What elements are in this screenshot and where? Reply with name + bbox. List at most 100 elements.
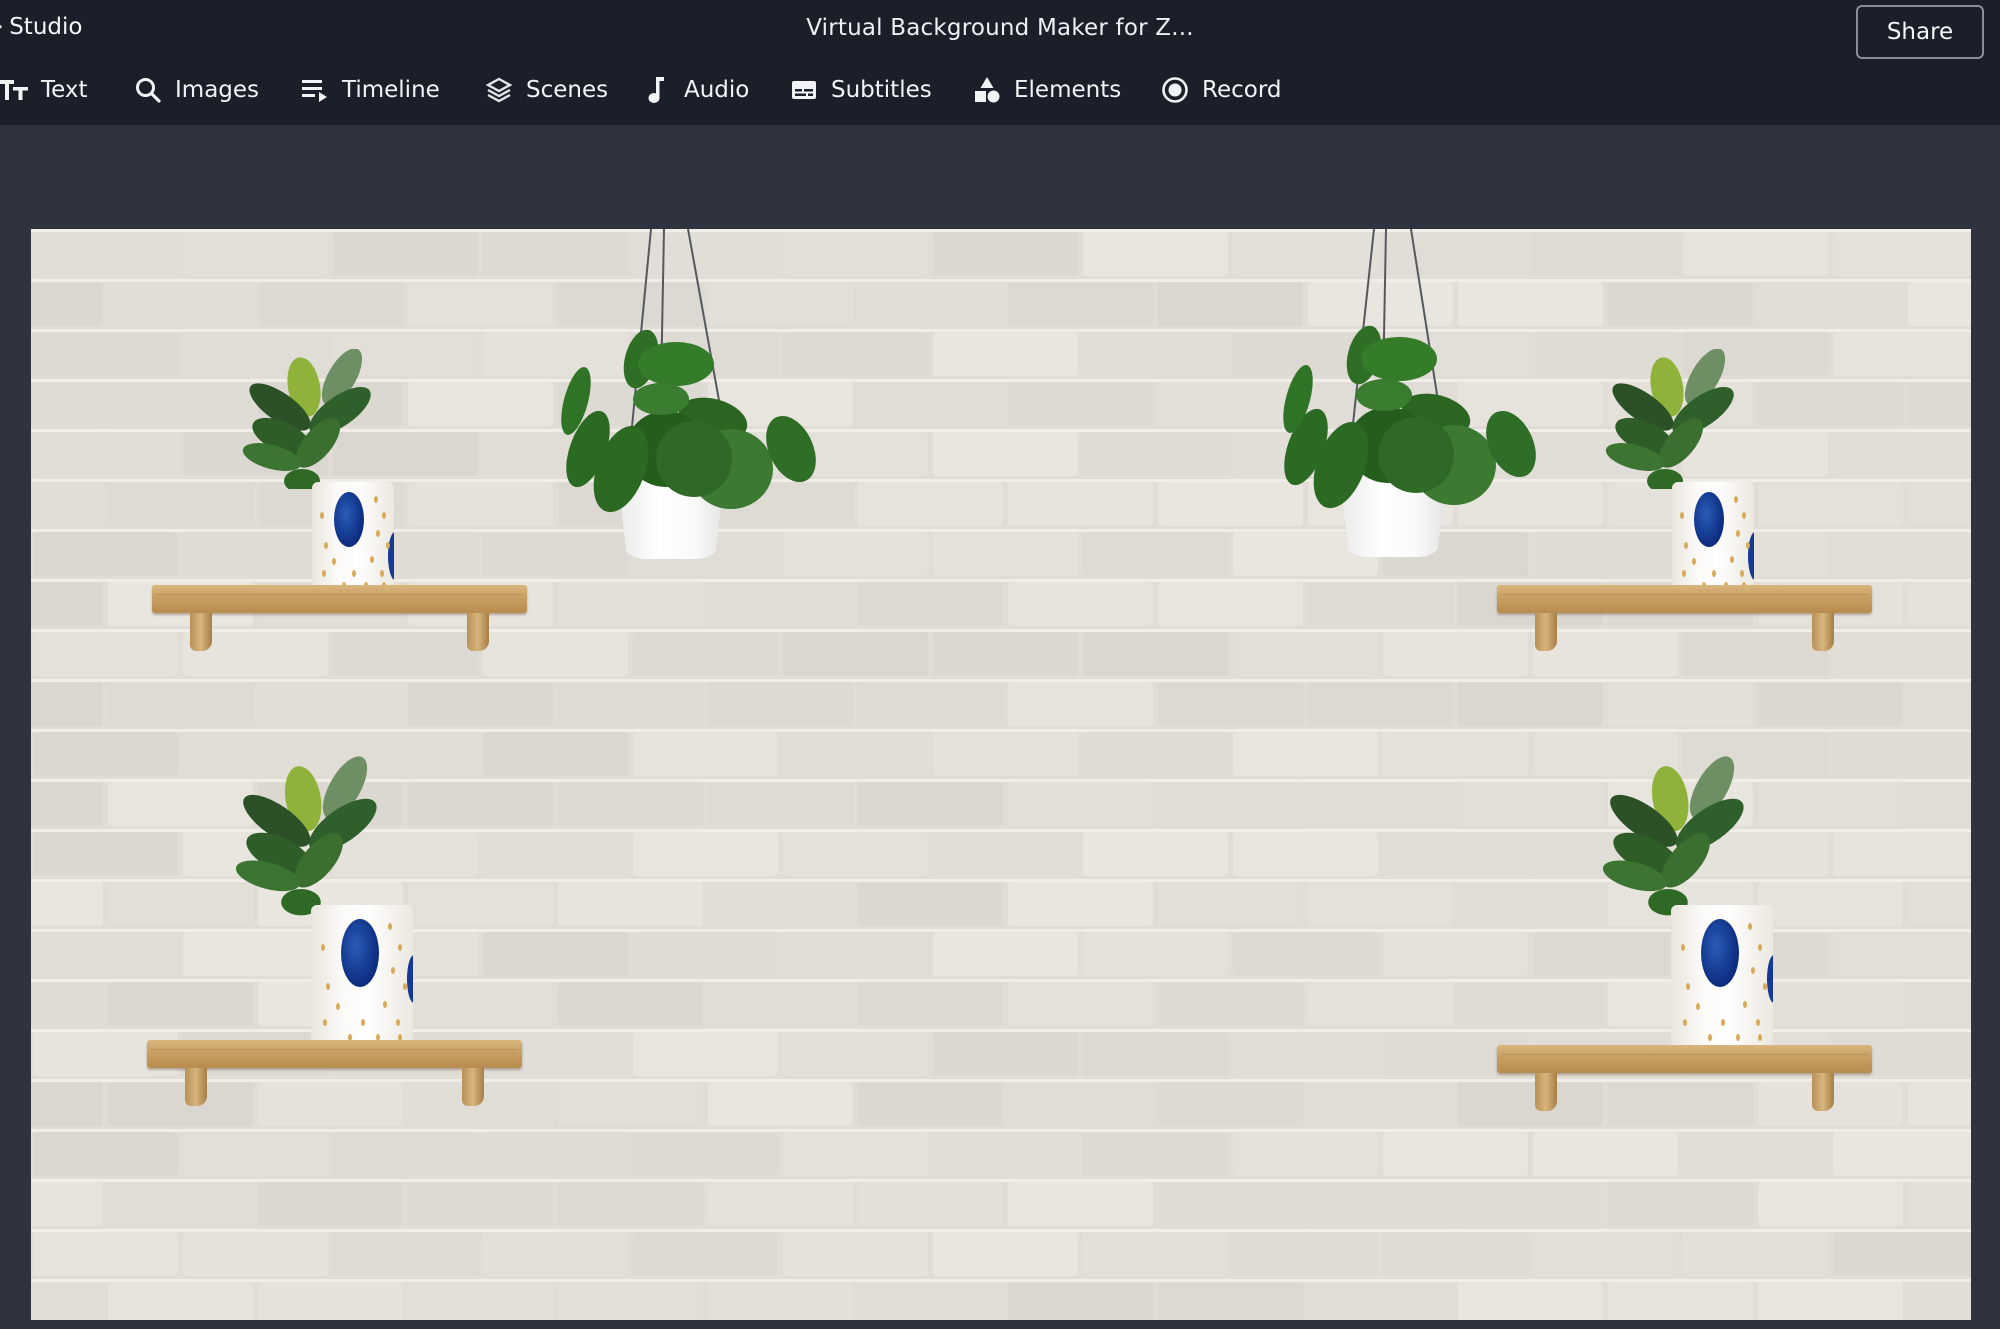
- blue-dot-planter: [311, 905, 413, 1050]
- brick: [108, 682, 253, 726]
- gold-dot: [1735, 1034, 1740, 1042]
- tool-subtitles[interactable]: Subtitles: [790, 70, 932, 110]
- brick: [1158, 1282, 1303, 1320]
- brick: [183, 232, 328, 276]
- gold-dot: [1755, 1018, 1760, 1026]
- brick: [31, 682, 103, 726]
- brick: [1233, 932, 1378, 976]
- brick: [1458, 682, 1603, 726]
- tool-subtitles-label: Subtitles: [831, 77, 932, 103]
- tool-images[interactable]: Images: [134, 70, 259, 110]
- tool-record[interactable]: Record: [1161, 70, 1281, 110]
- brick: [1083, 1132, 1228, 1176]
- brick: [858, 782, 1003, 826]
- gold-dot: [386, 542, 390, 549]
- brick: [1908, 1282, 1971, 1320]
- gold-dot: [395, 1018, 400, 1026]
- brick: [708, 582, 853, 626]
- blue-oval-pattern: [388, 532, 394, 580]
- brick: [1308, 782, 1453, 826]
- brick: [1008, 1282, 1153, 1320]
- gold-dot: [324, 542, 328, 549]
- gold-dot: [376, 530, 380, 537]
- brick: [31, 1282, 103, 1320]
- blue-dot-planter: [1672, 482, 1754, 594]
- brick: [783, 1032, 928, 1076]
- brick: [1608, 1282, 1753, 1320]
- brick: [1158, 782, 1303, 826]
- brick: [1758, 1282, 1903, 1320]
- brick: [1683, 1132, 1828, 1176]
- shelf-plant-bottom-left[interactable]: [147, 749, 522, 1109]
- brick: [708, 1082, 853, 1126]
- brick: [1308, 982, 1453, 1026]
- brick: [933, 532, 1078, 576]
- brick: [858, 1282, 1003, 1320]
- brick: [333, 1132, 478, 1176]
- mortar-line: [31, 329, 1971, 332]
- tool-text-label: Text: [41, 77, 88, 103]
- brick: [258, 282, 403, 326]
- fiddle-leaf-plant: [242, 349, 371, 489]
- gold-dot: [1750, 967, 1755, 975]
- brick: [1608, 282, 1753, 326]
- gold-dot: [1712, 570, 1716, 577]
- tool-text[interactable]: Text: [0, 70, 88, 110]
- blue-oval-pattern: [1701, 919, 1739, 987]
- brick: [1233, 1132, 1378, 1176]
- tool-audio-label: Audio: [684, 77, 750, 103]
- brick: [1683, 232, 1828, 276]
- brick: [1008, 982, 1153, 1026]
- tool-audio[interactable]: Audio: [643, 70, 749, 110]
- shelf-plant-top-left[interactable]: [152, 349, 527, 651]
- gold-dot: [1736, 530, 1740, 537]
- project-title[interactable]: Virtual Background Maker for Z...: [0, 15, 2000, 41]
- brick: [933, 632, 1078, 676]
- gold-dot: [1682, 570, 1686, 577]
- brick: [183, 1232, 328, 1276]
- hanging-plant-left[interactable]: [516, 229, 816, 569]
- brick: [1908, 1182, 1971, 1226]
- wooden-shelf: [152, 585, 527, 657]
- shelf-plant-bottom-right[interactable]: [1497, 749, 1872, 1111]
- tool-images-label: Images: [175, 77, 260, 103]
- brick: [31, 982, 103, 1026]
- tool-elements-label: Elements: [1014, 77, 1122, 103]
- brick: [1533, 232, 1678, 276]
- top-header: › Studio Virtual Background Maker for Z.…: [0, 0, 2000, 125]
- shelf-plant-top-right[interactable]: [1497, 349, 1872, 651]
- brick: [1008, 882, 1153, 926]
- brick: [1608, 1182, 1753, 1226]
- design-canvas[interactable]: [31, 229, 1971, 1320]
- blue-oval-pattern: [341, 919, 379, 987]
- share-button[interactable]: Share: [1856, 5, 1984, 59]
- tool-scenes-label: Scenes: [526, 77, 609, 103]
- brick: [858, 282, 1003, 326]
- brick: [933, 832, 1078, 876]
- mortar-line: [31, 1129, 1971, 1132]
- layers-icon: [485, 76, 513, 104]
- blue-oval-pattern: [1694, 492, 1724, 547]
- blue-oval-pattern: [1767, 955, 1773, 1003]
- brick: [1608, 682, 1753, 726]
- brick: [1758, 282, 1903, 326]
- brick: [183, 1132, 328, 1176]
- tool-timeline[interactable]: Timeline: [301, 70, 440, 110]
- gold-dot: [370, 556, 374, 563]
- gold-dot: [1746, 542, 1750, 549]
- fiddle-leaf-plant: [235, 756, 377, 916]
- tool-timeline-label: Timeline: [342, 77, 440, 103]
- brick: [31, 582, 103, 626]
- brick: [1158, 582, 1303, 626]
- tool-scenes[interactable]: Scenes: [485, 70, 608, 110]
- brick: [1008, 382, 1153, 426]
- hanging-plant-right[interactable]: [1236, 229, 1536, 569]
- brick: [933, 1132, 1078, 1176]
- playlist-icon: [301, 76, 329, 104]
- search-icon: [134, 76, 162, 104]
- tool-elements[interactable]: Elements: [973, 70, 1121, 110]
- brick: [1083, 932, 1228, 976]
- mortar-line: [31, 279, 1971, 282]
- blue-oval-pattern: [1748, 532, 1754, 580]
- brick: [31, 1082, 103, 1126]
